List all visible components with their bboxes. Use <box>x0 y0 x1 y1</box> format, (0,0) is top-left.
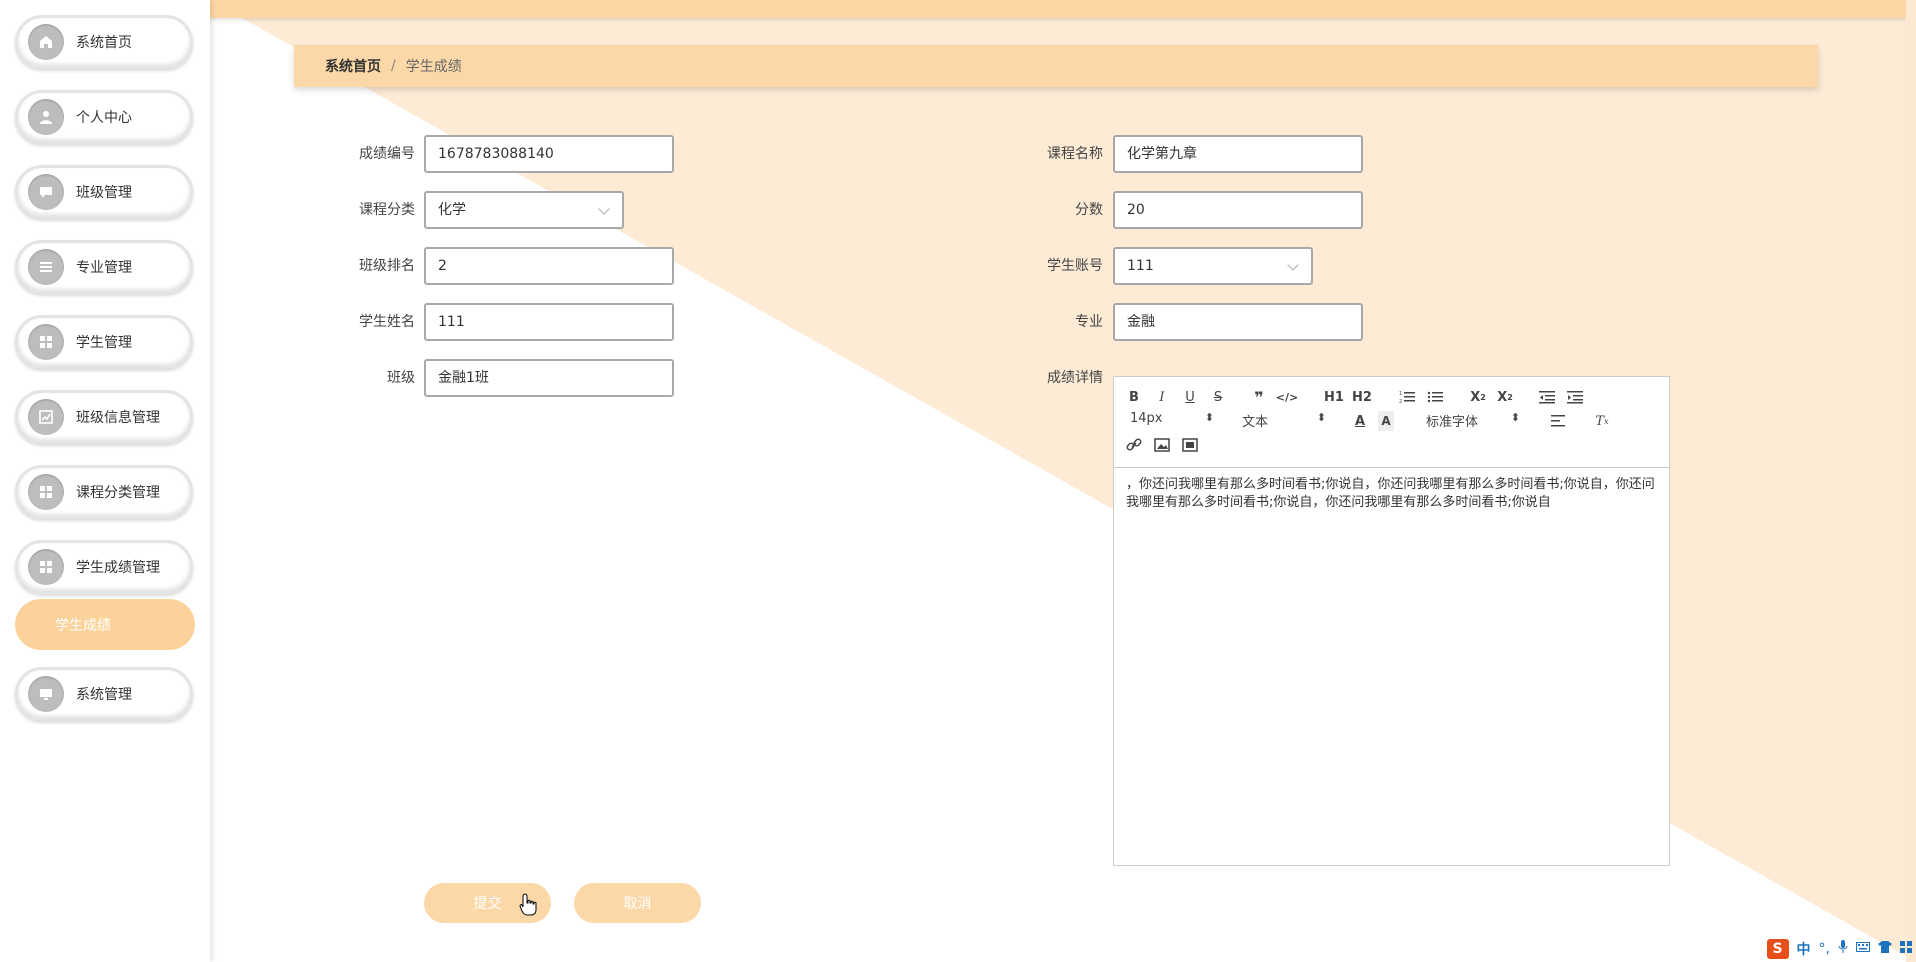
breadcrumb-home[interactable]: 系统首页 <box>325 56 381 76</box>
sidebar-subitem-label: 学生成绩 <box>55 617 111 634</box>
heading2-icon[interactable]: H2 <box>1352 387 1372 407</box>
cancel-button[interactable]: 取消 <box>574 883 701 923</box>
major-label: 专业 <box>1075 314 1103 330</box>
font-size-select[interactable]: 14px <box>1130 411 1214 431</box>
sidebar-item-label: 班级管理 <box>76 185 132 201</box>
hand-cursor-icon <box>519 893 537 916</box>
student-account-label: 学生账号 <box>1047 258 1103 274</box>
link-icon[interactable] <box>1126 435 1142 455</box>
student-name-label: 学生姓名 <box>359 314 415 330</box>
font-color-icon[interactable]: A <box>1352 411 1368 431</box>
align-icon[interactable] <box>1551 411 1567 431</box>
breadcrumb-separator: / <box>391 58 396 74</box>
breadcrumb: 系统首页 / 学生成绩 <box>294 45 1818 87</box>
bullet-list-icon[interactable] <box>1427 387 1443 407</box>
course-name-label: 课程名称 <box>1047 146 1103 162</box>
course-category-select[interactable]: 化学 <box>424 191 624 229</box>
course-category-value: 化学 <box>438 202 466 218</box>
clear-format-icon[interactable]: Tx <box>1594 411 1610 431</box>
sidebar-item-course-category-management[interactable]: 课程分类管理 <box>15 465 193 519</box>
sidebar-item-class-info-management[interactable]: 班级信息管理 <box>15 390 193 444</box>
student-account-value: 111 <box>1127 258 1154 274</box>
scrollbar[interactable] <box>1906 0 1916 962</box>
grid-icon <box>28 324 64 360</box>
sidebar-item-score-management[interactable]: 学生成绩管理 <box>15 540 193 594</box>
grid-icon <box>28 474 64 510</box>
breadcrumb-current: 学生成绩 <box>405 59 462 75</box>
sidebar-item-student-management[interactable]: 学生管理 <box>15 315 193 369</box>
sogou-logo-icon[interactable]: S <box>1766 939 1789 959</box>
cancel-button-label: 取消 <box>623 896 652 912</box>
heading1-icon[interactable]: H1 <box>1324 387 1344 407</box>
superscript-icon[interactable]: X2 <box>1496 387 1514 407</box>
sidebar-item-major-management[interactable]: 专业管理 <box>15 240 193 294</box>
code-block-icon[interactable]: </> <box>1276 387 1298 407</box>
svg-text:1: 1 <box>1399 391 1402 397</box>
class-label: 班级 <box>387 370 415 386</box>
sidebar-item-label: 班级信息管理 <box>76 410 160 426</box>
score-input[interactable]: 20 <box>1113 191 1363 229</box>
strikethrough-icon[interactable]: S <box>1210 387 1226 407</box>
skin-shirt-icon[interactable] <box>1878 941 1892 957</box>
sidebar-item-label: 课程分类管理 <box>76 485 160 501</box>
chart-icon <box>28 399 64 435</box>
svg-text:2: 2 <box>1399 399 1402 404</box>
submit-button-label: 提交 <box>473 896 502 912</box>
ordered-list-icon[interactable]: 12 <box>1399 387 1415 407</box>
sidebar-item-label: 学生成绩管理 <box>76 560 160 576</box>
rich-text-editor: B I U S ❞ </> H1 H2 12 X2 X2 14px 文本 <box>1113 376 1670 866</box>
subscript-icon[interactable]: X2 <box>1469 387 1487 407</box>
list-icon <box>28 249 64 285</box>
grid-icon <box>28 549 64 585</box>
top-bar <box>210 0 1906 18</box>
score-label: 分数 <box>1075 202 1103 218</box>
sidebar-item-system-management[interactable]: 系统管理 <box>15 667 193 721</box>
background-color-icon[interactable]: A <box>1378 411 1394 431</box>
indent-icon[interactable] <box>1567 387 1583 407</box>
course-name-input[interactable]: 化学第九章 <box>1113 135 1363 173</box>
chat-icon <box>28 174 64 210</box>
punctuation-icon[interactable]: °, <box>1819 941 1830 957</box>
sidebar-subitem-student-score[interactable]: 学生成绩 <box>15 599 195 650</box>
sidebar-item-label: 系统首页 <box>76 35 132 51</box>
score-id-label: 成绩编号 <box>359 146 415 162</box>
sidebar-item-label: 专业管理 <box>76 260 132 276</box>
underline-icon[interactable]: U <box>1182 387 1198 407</box>
major-input[interactable]: 金融 <box>1113 303 1363 341</box>
sidebar-item-label: 学生管理 <box>76 335 132 351</box>
microphone-icon[interactable] <box>1838 940 1848 958</box>
ime-language-indicator[interactable]: 中 <box>1797 939 1811 959</box>
video-icon[interactable] <box>1182 435 1198 455</box>
course-category-label: 课程分类 <box>359 202 415 218</box>
editor-content[interactable]: ，你还问我哪里有那么多时间看书;你说自，你还问我哪里有那么多时间看书;你说自，你… <box>1114 468 1669 520</box>
sidebar: 系统首页 个人中心 班级管理 专业管理 学生管理 班级信息管理 课程分类管理 学… <box>0 0 210 962</box>
home-icon <box>28 24 64 60</box>
class-rank-input[interactable]: 2 <box>424 247 674 285</box>
main-content: 系统首页 / 学生成绩 成绩编号 1678783088140 课程分类 化学 班… <box>210 0 1916 962</box>
student-account-select[interactable]: 111 <box>1113 247 1313 285</box>
details-label: 成绩详情 <box>1047 370 1103 386</box>
bold-icon[interactable]: B <box>1126 387 1142 407</box>
keyboard-icon[interactable] <box>1856 941 1870 957</box>
sidebar-item-label: 个人中心 <box>76 110 132 126</box>
toolbox-grid-icon[interactable] <box>1900 941 1912 957</box>
italic-icon[interactable]: I <box>1154 387 1170 407</box>
sidebar-item-label: 系统管理 <box>76 687 132 703</box>
sidebar-item-class-management[interactable]: 班级管理 <box>15 165 193 219</box>
sidebar-item-home[interactable]: 系统首页 <box>15 15 193 69</box>
sidebar-item-personal-center[interactable]: 个人中心 <box>15 90 193 144</box>
monitor-icon <box>28 676 64 712</box>
editor-toolbar: B I U S ❞ </> H1 H2 12 X2 X2 14px 文本 <box>1114 377 1669 468</box>
outdent-icon[interactable] <box>1539 387 1555 407</box>
class-input[interactable]: 金融1班 <box>424 359 674 397</box>
block-format-select[interactable]: 文本 <box>1242 411 1326 431</box>
blockquote-icon[interactable]: ❞ <box>1251 387 1267 407</box>
class-rank-label: 班级排名 <box>359 258 415 274</box>
font-family-select[interactable]: 标准字体 <box>1426 411 1520 431</box>
ime-toolbar: S 中 °, <box>1766 936 1916 962</box>
student-name-input[interactable]: 111 <box>424 303 674 341</box>
score-id-input[interactable]: 1678783088140 <box>424 135 674 173</box>
image-icon[interactable] <box>1154 435 1170 455</box>
user-icon <box>28 99 64 135</box>
